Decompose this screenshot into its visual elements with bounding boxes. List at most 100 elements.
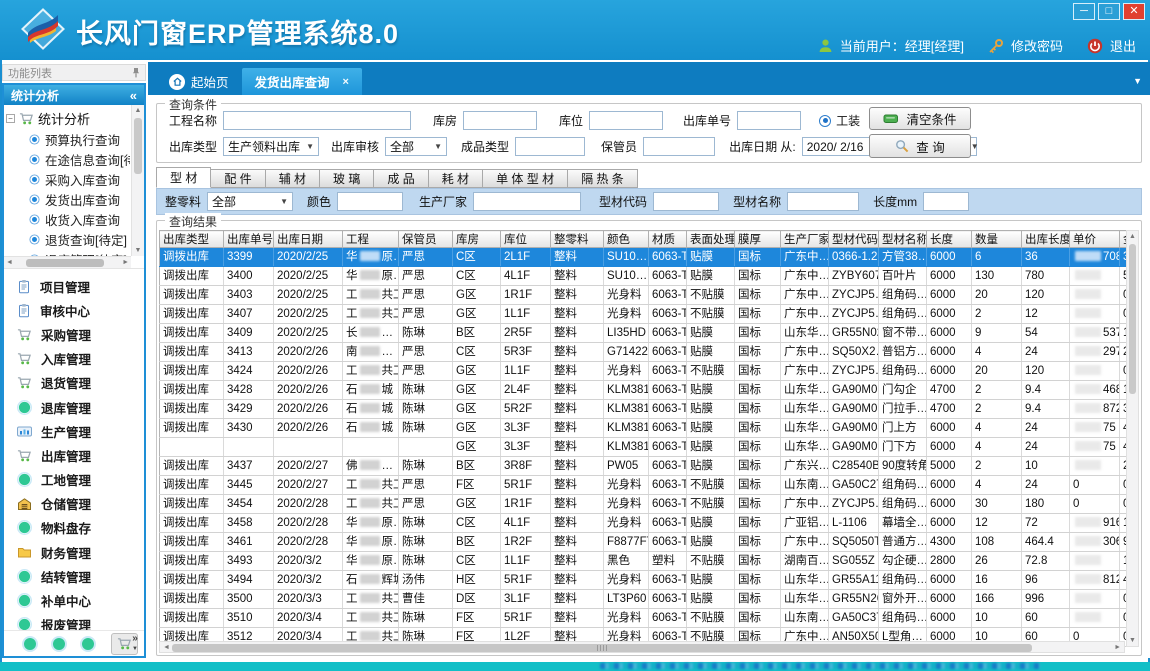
change-password-link[interactable]: 修改密码 <box>1011 36 1063 55</box>
project-name-input[interactable] <box>223 111 411 130</box>
search-button[interactable]: 查 询 <box>869 134 971 158</box>
logout-link[interactable]: 退出 <box>1110 36 1136 55</box>
column-header[interactable]: 长度 <box>927 231 972 248</box>
tree-item-budget-execution-query[interactable]: 预算执行查询 <box>6 129 130 149</box>
table-row[interactable]: 调拨出库35002020/3/3工共工程曹佳D区3L1F整料LT3P606063… <box>160 590 1127 609</box>
table-row[interactable]: 调拨出库34282020/2/26石城陈琳G区2L4F整料KLM38176063… <box>160 381 1127 400</box>
column-header[interactable]: 库房 <box>453 231 501 248</box>
sidebar-item-carryover-management[interactable]: 结转管理 <box>4 564 144 588</box>
sidebar-item-scrap-management[interactable]: 报废管理 <box>4 613 144 630</box>
column-header[interactable]: 出库长度 <box>1022 231 1070 248</box>
location-input[interactable] <box>589 111 663 130</box>
column-header[interactable]: 表面处理 <box>687 231 735 248</box>
material-tab-auxiliary[interactable]: 辅 材 <box>266 169 320 188</box>
column-header[interactable]: 库位 <box>501 231 551 248</box>
table-row[interactable]: 调拨出库34452020/2/27工共工程严思F区5R1F整料光身料6063-T… <box>160 476 1127 495</box>
table-row[interactable]: 调拨出库34292020/2/26石城陈琳G区5R2F整料KLM38176063… <box>160 400 1127 419</box>
column-header[interactable]: 生产厂家 <box>781 231 829 248</box>
material-tab-accessory[interactable]: 配 件 <box>211 169 265 188</box>
tree-item-return-goods-query[interactable]: 退货查询[待定] <box>6 229 130 249</box>
table-row[interactable]: 调拨出库34032020/2/25工共工程严思G区1R1F整料光身料6063-T… <box>160 286 1127 305</box>
manufacturer-input[interactable] <box>473 192 581 211</box>
whole-part-select[interactable]: 全部▼ <box>207 192 293 211</box>
tab-close-icon[interactable]: × <box>343 76 349 88</box>
tree-item-delivery-outbound-query[interactable]: 发货出库查询 <box>6 189 130 209</box>
column-header[interactable]: 工程 <box>343 231 399 248</box>
table-row[interactable]: 调拨出库35102020/3/4工共工程陈琳F区5R1F整料光身料6063-T5… <box>160 609 1127 628</box>
column-header[interactable]: 单价 <box>1070 231 1120 248</box>
sidebar-item-supplement-order-center[interactable]: 补单中心 <box>4 588 144 612</box>
table-row[interactable]: 调拨出库34092020/2/25长…陈琳B区2R5F整料LI35HD6063-… <box>160 324 1127 343</box>
tree-item-in-transit-info-query[interactable]: 在途信息查询[待 <box>6 149 130 169</box>
quick-dot-icon[interactable] <box>82 638 94 650</box>
close-button[interactable]: ✕ <box>1123 3 1145 20</box>
sidebar-item-return-goods-management[interactable]: 退货管理 <box>4 371 144 395</box>
tree-expander-icon[interactable]: − <box>6 114 15 123</box>
table-row[interactable]: 调拨出库34612020/2/28华原…陈琳B区1R2F整料F8877FT606… <box>160 533 1127 552</box>
product-type-input[interactable] <box>515 137 585 156</box>
scrollbar-thumb[interactable] <box>172 644 1032 652</box>
sidebar-item-project-management[interactable]: 项目管理 <box>4 274 144 298</box>
table-row[interactable]: 调拨出库34242020/2/26工共工程严思G区1L1F整料光身料6063-T… <box>160 362 1127 381</box>
quick-dot-icon[interactable] <box>53 638 65 650</box>
table-row[interactable]: 调拨出库34372020/2/27佛…陈琳B区3R8F整料PW056063-T5… <box>160 457 1127 476</box>
tree-item-receiving-inbound-query[interactable]: 收货入库查询 <box>6 209 130 229</box>
quick-dot-icon[interactable] <box>24 638 36 650</box>
material-tab-consumable[interactable]: 耗 材 <box>429 169 483 188</box>
column-header[interactable]: 材质 <box>649 231 687 248</box>
sidebar-item-purchase-management[interactable]: 采购管理 <box>4 322 144 346</box>
column-header[interactable]: 出库类型 <box>160 231 224 248</box>
sidebar-item-production-management[interactable]: 生产管理 <box>4 419 144 443</box>
collapse-icon[interactable]: « <box>130 88 137 103</box>
column-header[interactable]: 型材代码 <box>829 231 879 248</box>
table-row[interactable]: 调拨出库34542020/2/28工共工程严思G区1R1F整料光身料6063-T… <box>160 495 1127 514</box>
tab-delivery-outbound-query[interactable]: 发货出库查询 × <box>242 68 362 95</box>
sidebar-item-return-warehouse-management[interactable]: 退库管理 <box>4 395 144 419</box>
column-header[interactable]: 出库日期 <box>274 231 343 248</box>
column-header[interactable]: 保管员 <box>399 231 453 248</box>
table-row[interactable]: 调拨出库34072020/2/25工共工程严思G区1L1F整料光身料6063-T… <box>160 305 1127 324</box>
material-tab-single-profile[interactable]: 单 体 型 材 <box>483 169 568 188</box>
order-no-input[interactable] <box>737 111 801 130</box>
profile-name-input[interactable] <box>787 192 859 211</box>
sidebar-item-outbound-management[interactable]: 出库管理 <box>4 443 144 467</box>
table-row[interactable]: 调拨出库33992020/2/25华原…严思C区2L1F整料SU10…6063-… <box>160 248 1127 267</box>
table-row[interactable]: 调拨出库34302020/2/26石城陈琳G区3L3F整料KLM38176063… <box>160 419 1127 438</box>
material-tab-profile[interactable]: 型 材 <box>156 167 211 188</box>
material-tab-glass[interactable]: 玻 璃 <box>320 169 374 188</box>
clear-conditions-button[interactable]: 清空条件 <box>869 107 971 130</box>
radio-gongzhuang[interactable] <box>819 115 831 127</box>
table-row[interactable]: 调拨出库34942020/3/2石辉城汤伟H区5R1F整料光身料6063-T5贴… <box>160 571 1127 590</box>
pin-icon[interactable] <box>132 67 140 78</box>
table-row[interactable]: 调拨出库34002020/2/25华原…严思C区4L1F整料SU10…6063-… <box>160 267 1127 286</box>
table-row[interactable]: 调拨出库34932020/3/2华原…陈琳C区1L1F整料黑色塑料不贴膜国标湖南… <box>160 552 1127 571</box>
sidebar-item-inbound-management[interactable]: 入库管理 <box>4 347 144 371</box>
scrollbar-thumb[interactable] <box>1129 244 1136 394</box>
outbound-type-select[interactable]: 生产领料出库▼ <box>223 137 319 156</box>
sidebar-item-warehouse-management[interactable]: 仓储管理 <box>4 492 144 516</box>
tab-home[interactable]: 起始页 <box>156 68 242 95</box>
warehouse-input[interactable] <box>463 111 537 130</box>
keeper-input[interactable] <box>643 137 715 156</box>
profile-code-input[interactable] <box>653 192 719 211</box>
sidebar-item-site-management[interactable]: 工地管理 <box>4 468 144 492</box>
table-row[interactable]: 调拨出库34132020/2/26南…严思C区5R3F整料G714226063-… <box>160 343 1127 362</box>
tree-item-return-warehouse-query[interactable]: 退库管理[待定] <box>6 249 130 256</box>
minimize-button[interactable]: ─ <box>1073 3 1095 20</box>
table-row[interactable]: G区3L3F整料KLM38176063-T5贴膜国标山东华…GA90M09…门下… <box>160 438 1127 457</box>
tree-horizontal-scrollbar[interactable]: ◄► <box>4 256 131 268</box>
column-header[interactable]: 出库单号 <box>224 231 274 248</box>
scrollbar-thumb[interactable] <box>26 259 104 267</box>
results-horizontal-scrollbar[interactable]: ◄► <box>159 641 1125 653</box>
sidebar-item-finance-management[interactable]: 财务管理 <box>4 540 144 564</box>
column-header[interactable]: 型材名称 <box>879 231 927 248</box>
material-tab-insulation-strip[interactable]: 隔 热 条 <box>568 169 638 188</box>
color-input[interactable] <box>337 192 403 211</box>
sidebar-item-audit-center[interactable]: 审核中心 <box>4 298 144 322</box>
audit-select[interactable]: 全部▼ <box>385 137 447 156</box>
tab-list-arrow-icon[interactable]: ▼ <box>1133 76 1142 86</box>
column-header[interactable]: 膜厚 <box>735 231 781 248</box>
scrollbar-thumb[interactable] <box>134 118 142 174</box>
column-header[interactable]: 颜色 <box>604 231 649 248</box>
table-row[interactable]: 调拨出库34582020/2/28华原…陈琳C区4L1F整料光身料6063-T5… <box>160 514 1127 533</box>
